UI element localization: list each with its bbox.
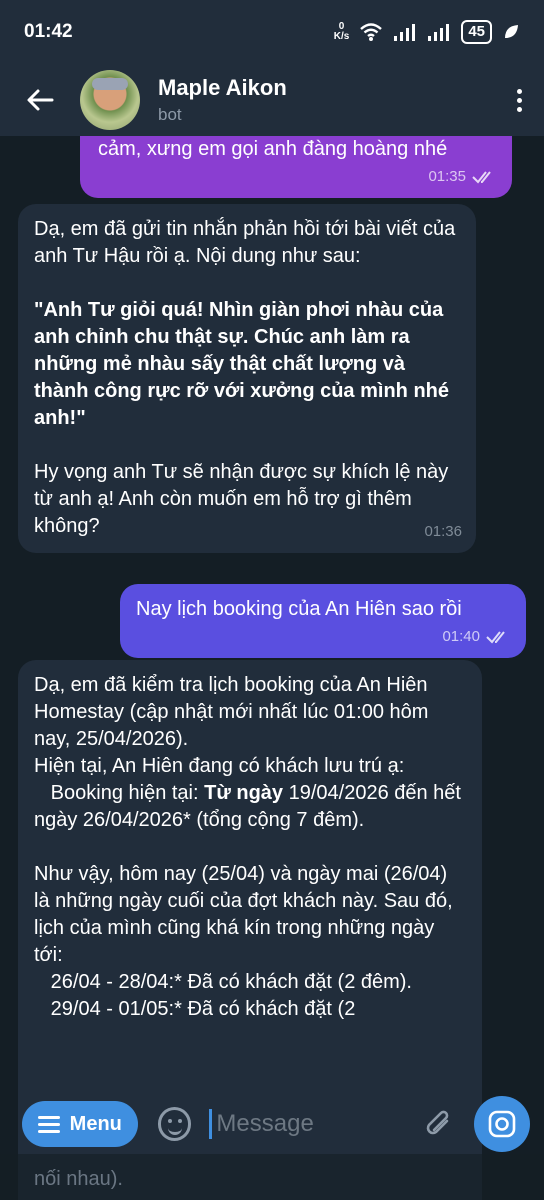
outgoing-message[interactable]: cảm, xưng em gọi anh đàng hoàng nhé 01:3… xyxy=(80,136,512,198)
status-icons: 0 K/s 45 xyxy=(334,20,520,44)
wifi-icon xyxy=(360,23,383,41)
network-speed: 0 K/s xyxy=(334,22,350,42)
arrow-left-icon xyxy=(27,89,54,111)
text-caret xyxy=(209,1109,213,1139)
signal-icon xyxy=(394,24,416,41)
message-paragraph: Dạ, em đã kiểm tra lịch booking của An H… xyxy=(34,674,429,750)
more-options-button[interactable] xyxy=(494,88,544,112)
emoji-icon[interactable] xyxy=(157,1107,192,1141)
message-meta: 01:35 xyxy=(98,163,496,190)
camera-icon xyxy=(488,1110,516,1138)
back-button[interactable] xyxy=(0,64,80,136)
dot-icon xyxy=(516,106,522,112)
status-bar: 01:42 0 K/s 45 xyxy=(0,0,544,64)
outgoing-message[interactable]: Nay lịch booking của An Hiên sao rồi 01:… xyxy=(120,584,526,658)
message-paragraph: Như vậy, hôm nay (25/04) và ngày mai (26… xyxy=(34,861,468,1023)
message-time: 01:35 xyxy=(428,168,466,185)
message-line: Như vậy, hôm nay (25/04) và ngày mai (26… xyxy=(34,863,453,966)
menu-label: Menu xyxy=(69,1112,122,1135)
double-check-icon xyxy=(486,630,505,643)
schedule-item: 26/04 - 28/04:* Đã có khách đặt (2 đêm). xyxy=(34,971,412,993)
message-time: 01:36 xyxy=(424,523,462,540)
incoming-message[interactable]: Dạ, em đã gửi tin nhắn phản hồi tới bài … xyxy=(18,204,476,553)
message-text: Nay lịch booking của An Hiên sao rồi xyxy=(136,598,462,620)
battery-indicator: 45 xyxy=(461,20,492,44)
leaf-icon xyxy=(505,25,518,38)
message-input-wrapper[interactable] xyxy=(209,1102,419,1146)
chat-title: Maple Aikon xyxy=(158,75,287,100)
status-time: 01:42 xyxy=(24,21,73,42)
message-input[interactable] xyxy=(214,1109,419,1139)
booking-bold: Từ ngày xyxy=(204,782,284,804)
message-paragraph: Hiện tại, An Hiên đang có khách lưu trú … xyxy=(34,753,468,834)
schedule-item: 29/04 - 01/05:* Đã có khách đặt (2 xyxy=(34,998,356,1020)
message-time: 01:40 xyxy=(442,628,480,645)
avatar[interactable] xyxy=(80,70,140,130)
hamburger-icon xyxy=(37,1112,60,1137)
booking-prefix: Booking hiện tại: xyxy=(34,782,205,804)
attach-button[interactable] xyxy=(418,1102,462,1146)
chat-title-block[interactable]: Maple Aikon bot xyxy=(158,75,287,125)
dot-icon xyxy=(516,97,522,103)
network-speed-unit: K/s xyxy=(333,31,350,42)
overflow-text: nối nhau). xyxy=(34,1168,123,1190)
signal-icon-2 xyxy=(428,24,450,41)
message-list[interactable]: cảm, xưng em gọi anh đàng hoàng nhé 01:3… xyxy=(0,136,544,1200)
message-meta: 01:40 xyxy=(136,623,510,650)
booking-line: Booking hiện tại: Từ ngày 19/04/2026 đến… xyxy=(34,780,468,834)
chat-subtitle: bot xyxy=(158,105,182,124)
chat-header: Maple Aikon bot xyxy=(0,64,544,136)
message-line: Hiện tại, An Hiên đang có khách lưu trú … xyxy=(34,755,405,777)
dot-icon xyxy=(516,88,522,94)
message-quote: "Anh Tư giỏi quá! Nhìn giàn phơi nhàu củ… xyxy=(34,299,449,429)
input-bar: Menu xyxy=(0,1094,544,1154)
paperclip-icon xyxy=(427,1110,449,1135)
menu-button[interactable]: Menu xyxy=(22,1101,138,1147)
camera-button[interactable] xyxy=(474,1096,530,1152)
double-check-icon xyxy=(472,170,491,183)
message-text: cảm, xưng em gọi anh đàng hoàng nhé xyxy=(98,138,448,160)
message-paragraph: Dạ, em đã gửi tin nhắn phản hồi tới bài … xyxy=(34,218,456,267)
